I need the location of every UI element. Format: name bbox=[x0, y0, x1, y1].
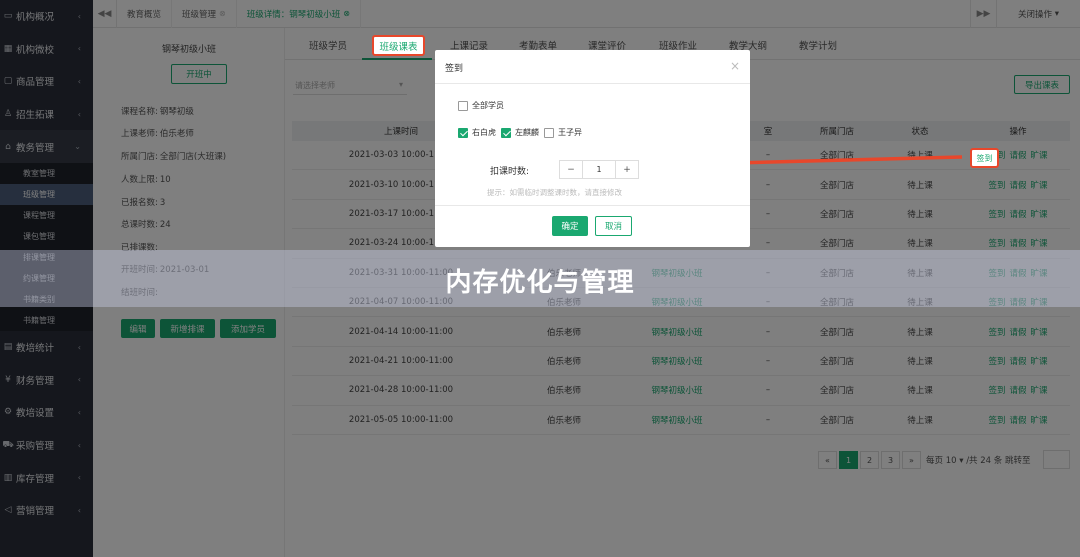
student-name: 王子异 bbox=[558, 128, 582, 137]
minus-button[interactable]: − bbox=[560, 161, 582, 178]
student-checkbox[interactable]: 右白虎 bbox=[458, 127, 496, 138]
dialog-title: 签到 bbox=[445, 64, 464, 74]
hint-text: 提示：如需临时调整课时数，请直接修改 bbox=[487, 188, 622, 197]
dialog-header: 签到 × bbox=[435, 50, 750, 84]
plus-button[interactable]: + bbox=[616, 161, 638, 178]
select-all-checkbox[interactable]: 全部学员 bbox=[458, 100, 504, 111]
deduct-hours-label: 扣课时数: bbox=[490, 167, 530, 177]
checkbox-icon[interactable] bbox=[544, 127, 554, 138]
student-name: 左麒麟 bbox=[515, 128, 539, 137]
close-icon[interactable]: × bbox=[730, 59, 740, 73]
student-name: 右白虎 bbox=[472, 128, 496, 137]
student-checkbox-list: 右白虎 左麒麟 王子异 bbox=[458, 127, 587, 138]
checkin-dialog: 签到 × 全部学员 右白虎 左麒麟 王子异 扣课时数: − 1 + 提示：如需临时调… bbox=[435, 50, 750, 247]
confirm-button[interactable]: 确定 bbox=[552, 216, 588, 236]
app-root: { "sidebar": { "menus": [ {"icon": "moni… bbox=[0, 0, 1080, 557]
cancel-button[interactable]: 取消 bbox=[595, 216, 632, 236]
deduct-hours-input[interactable]: 1 bbox=[582, 161, 616, 178]
arrow-shaft bbox=[734, 155, 963, 165]
select-all-label: 全部学员 bbox=[472, 101, 504, 110]
student-checkbox[interactable]: 左麒麟 bbox=[501, 127, 539, 138]
checkbox-icon[interactable] bbox=[501, 127, 511, 138]
student-checkbox[interactable]: 王子异 bbox=[544, 127, 582, 138]
checkbox-icon[interactable] bbox=[458, 100, 468, 111]
deduct-hours-stepper: − 1 + bbox=[559, 160, 639, 179]
checkbox-icon[interactable] bbox=[458, 127, 468, 138]
dialog-footer-divider bbox=[435, 205, 750, 206]
